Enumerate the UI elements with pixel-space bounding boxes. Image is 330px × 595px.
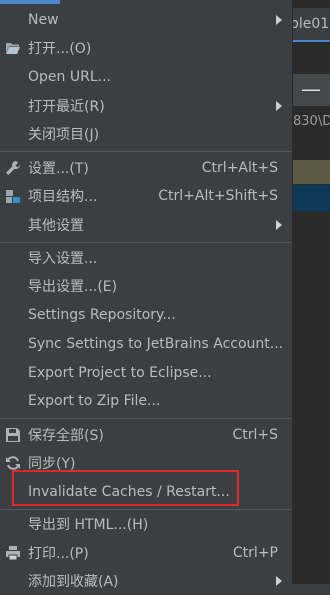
menu-item-export-eclipse[interactable]: Export Project to Eclipse... — [0, 359, 292, 387]
menu-item-sync-settings[interactable]: Sync Settings to JetBrains Account... — [0, 330, 292, 358]
menu-item-label: New — [28, 12, 59, 28]
folder-open-icon — [6, 43, 20, 54]
menu-item-label: 打印...(P) — [28, 546, 89, 562]
menu-item-label: 其他设置 — [28, 218, 84, 234]
menu-item-add-to-favorites[interactable]: 添加到收藏(A) — [0, 567, 292, 595]
menu-item-project-structure[interactable]: 项目结构... Ctrl+Alt+Shift+S — [0, 182, 292, 210]
editor-tab-label: ple01 — [290, 16, 330, 32]
submenu-arrow-icon — [276, 220, 282, 230]
menu-item-label: Sync Settings to JetBrains Account... — [28, 336, 284, 352]
menu-item-label: Export Project to Eclipse... — [28, 365, 212, 381]
menu-item-open[interactable]: 打开...(O) — [0, 34, 292, 62]
editor-tab[interactable]: ple01 — [290, 8, 330, 42]
menu-item-save-all[interactable]: 保存全部(S) Ctrl+S — [0, 421, 292, 449]
menu-item-open-url[interactable]: Open URL... — [0, 63, 292, 91]
menu-item-label: 导出到 HTML...(H) — [28, 517, 149, 533]
menu-item-label: 添加到收藏(A) — [28, 574, 119, 590]
selected-row — [292, 185, 330, 211]
menu-item-shortcut: Ctrl+Alt+S — [201, 160, 278, 176]
menu-item-settings-repository[interactable]: Settings Repository... — [0, 301, 292, 329]
menu-item-label: 打开最近(R) — [28, 99, 105, 115]
menu-item-label: 打开...(O) — [28, 41, 92, 57]
menu-separator — [0, 418, 292, 419]
menu-item-shortcut: Ctrl+P — [232, 545, 278, 561]
menu-item-print[interactable]: 打印...(P) Ctrl+P — [0, 539, 292, 567]
collapse-icon[interactable]: — — [300, 78, 322, 100]
menu-item-close-project[interactable]: 关闭项目(J) — [0, 120, 292, 148]
print-icon — [6, 546, 20, 561]
menu-item-export-settings[interactable]: 导出设置...(E) — [0, 272, 292, 300]
menu-item-label: Export to Zip File... — [28, 393, 161, 409]
menu-item-label: Open URL... — [28, 69, 111, 85]
project-structure-icon — [6, 190, 20, 203]
submenu-arrow-icon — [276, 101, 282, 111]
menu-item-export-html[interactable]: 导出到 HTML...(H) — [0, 510, 292, 538]
menu-item-other-settings[interactable]: 其他设置 — [0, 211, 292, 239]
highlighted-row — [292, 160, 330, 184]
save-icon — [6, 428, 20, 442]
menu-item-label: 导入设置... — [28, 251, 98, 267]
submenu-arrow-icon — [276, 15, 282, 25]
wrench-icon — [6, 161, 20, 175]
annotation-highlight-box — [12, 470, 239, 506]
sync-icon — [6, 456, 20, 470]
menu-item-label: 导出设置...(E) — [28, 279, 118, 295]
menu-item-import-settings[interactable]: 导入设置... — [0, 244, 292, 272]
menu-item-shortcut: Ctrl+S — [232, 427, 278, 443]
menu-item-label: 项目结构... — [28, 189, 98, 205]
menu-item-shortcut: Ctrl+Alt+Shift+S — [158, 188, 278, 204]
menu-item-label: 设置...(T) — [28, 161, 89, 177]
menu-item-settings[interactable]: 设置...(T) Ctrl+Alt+S — [0, 154, 292, 182]
menu-item-export-zip[interactable]: Export to Zip File... — [0, 387, 292, 415]
menu-item-new[interactable]: New — [0, 6, 292, 34]
menu-separator — [0, 242, 292, 243]
menu-item-label: 保存全部(S) — [28, 428, 104, 444]
menu-separator — [0, 151, 292, 152]
menu-item-label: Settings Repository... — [28, 307, 176, 323]
menu-item-open-recent[interactable]: 打开最近(R) — [0, 92, 292, 120]
menu-item-label: 关闭项目(J) — [28, 127, 100, 143]
submenu-arrow-icon — [276, 576, 282, 586]
path-fragment: 830\D — [293, 114, 330, 129]
